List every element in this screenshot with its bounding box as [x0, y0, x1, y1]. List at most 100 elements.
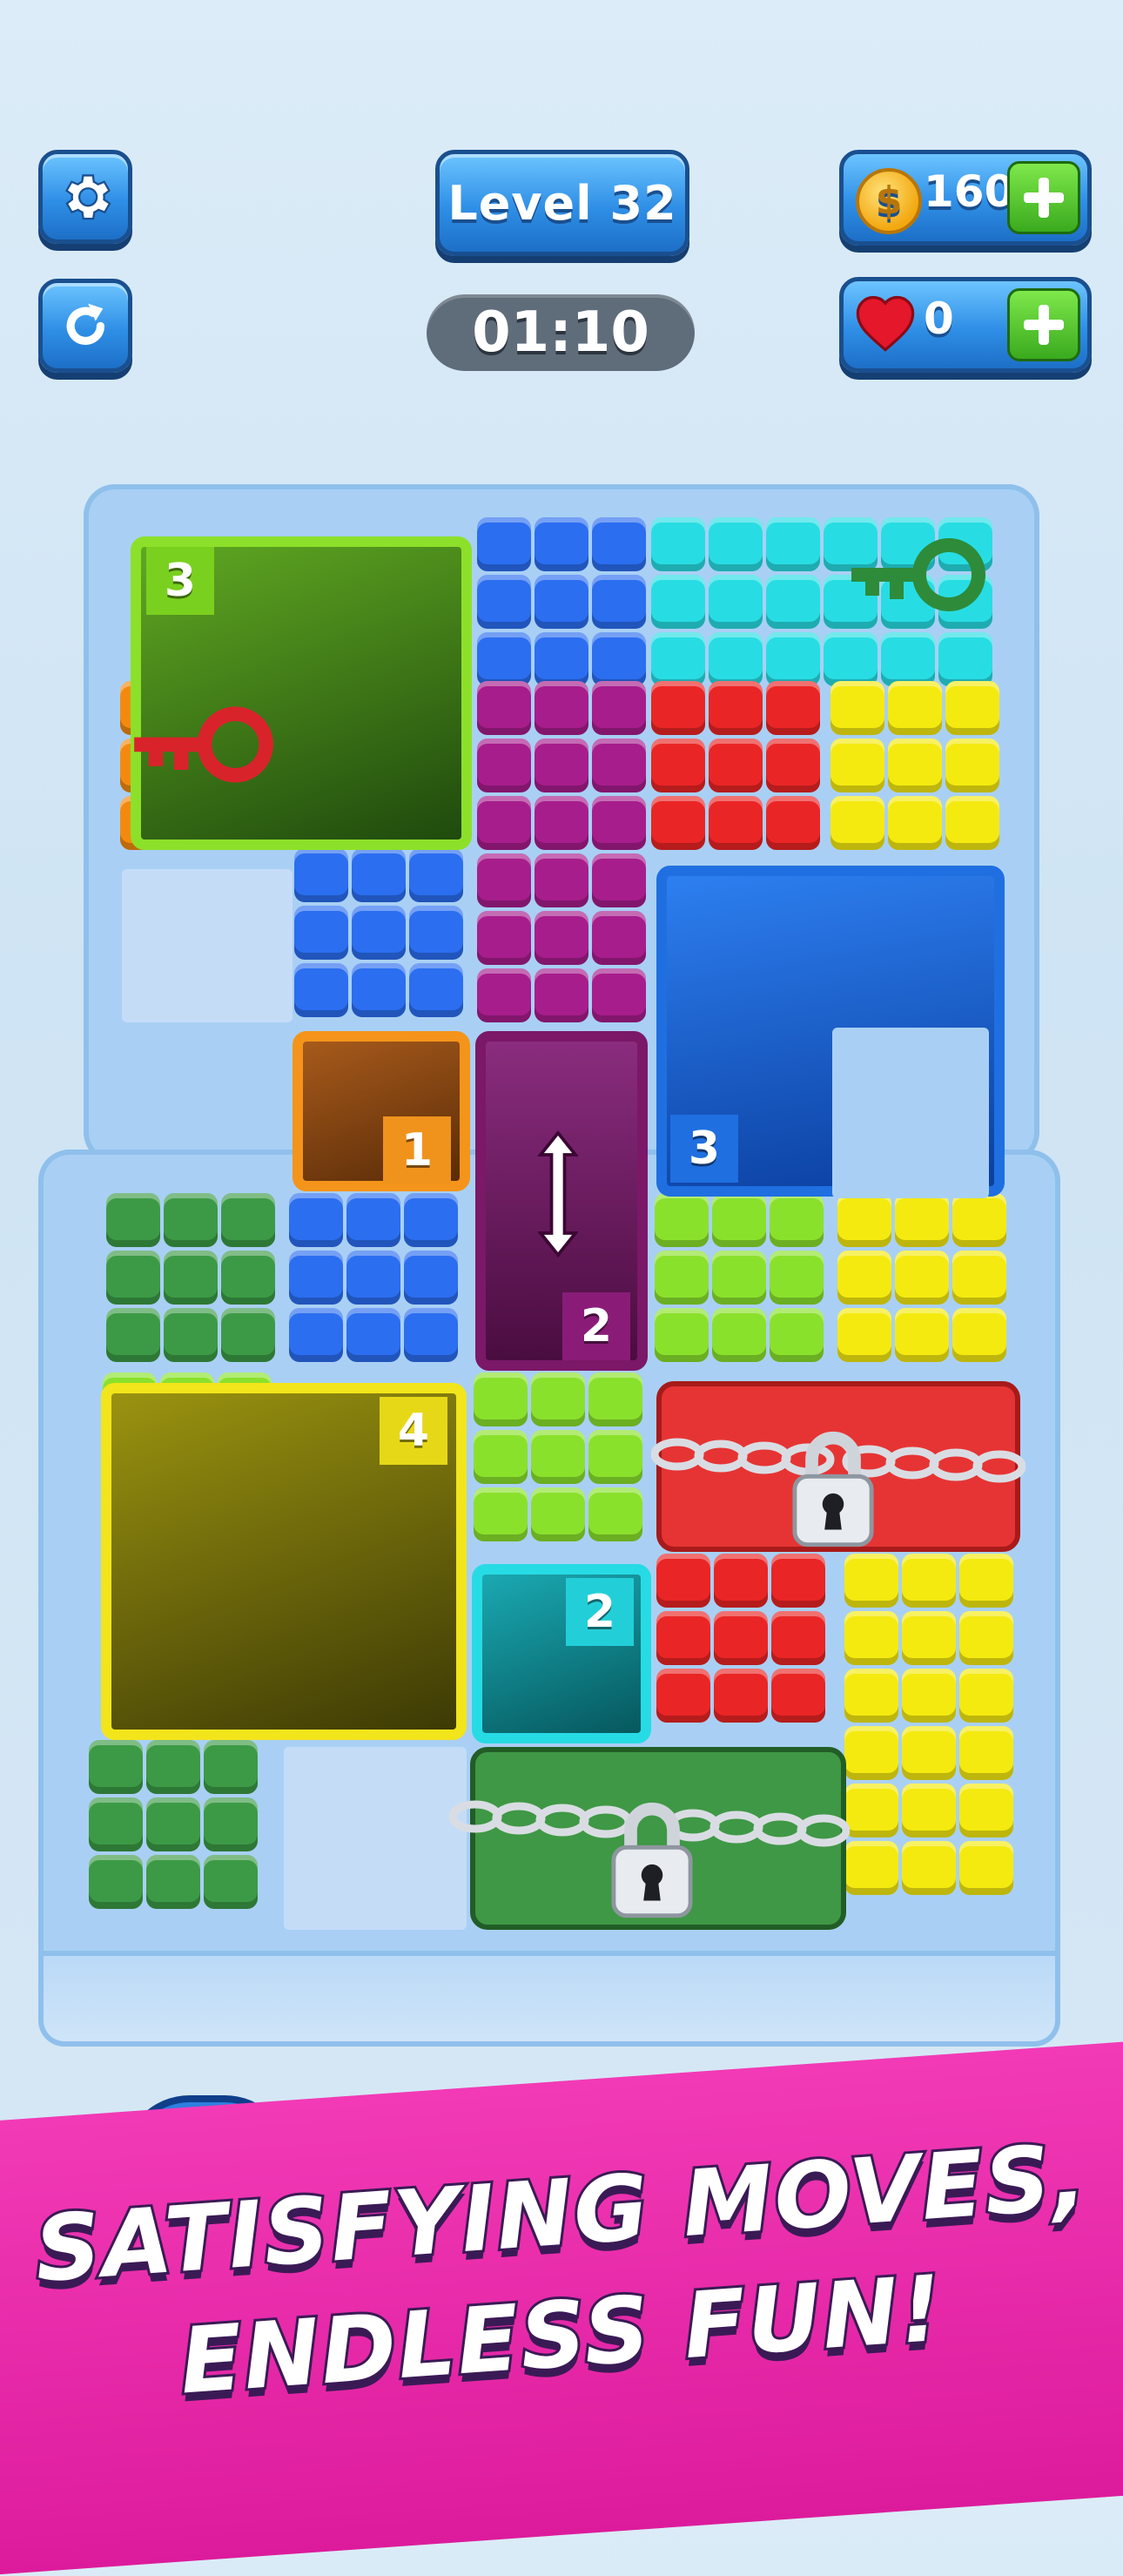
cube [844, 1726, 898, 1780]
cube [945, 738, 999, 792]
cube [709, 681, 763, 735]
coins-value: 160 [924, 166, 1015, 217]
cube [531, 1372, 585, 1426]
blue-cubes[interactable] [475, 516, 648, 688]
blue-cubes[interactable] [293, 846, 465, 1019]
cube [895, 1308, 949, 1362]
cube [771, 1669, 825, 1723]
cube [404, 1308, 458, 1362]
cube [164, 1193, 218, 1247]
cube [651, 796, 705, 850]
cube [709, 796, 763, 850]
cube [592, 796, 646, 850]
cube [535, 575, 588, 629]
cube [712, 1251, 766, 1305]
cube [294, 963, 348, 1017]
cube [655, 1193, 709, 1247]
cube [766, 681, 820, 735]
blue-cubes[interactable] [287, 1191, 460, 1364]
cube [294, 906, 348, 960]
cube [902, 1784, 956, 1838]
cube [146, 1855, 200, 1909]
padlock-icon [792, 1431, 874, 1548]
cube [770, 1193, 824, 1247]
green-cubes[interactable] [87, 1738, 259, 1911]
cube [902, 1669, 956, 1723]
cube [346, 1251, 400, 1305]
cube [477, 968, 531, 1022]
cube [938, 632, 992, 686]
cube [895, 1193, 949, 1247]
cube [477, 911, 531, 965]
lime-cubes[interactable] [472, 1371, 644, 1543]
cube [346, 1193, 400, 1247]
cube [945, 796, 999, 850]
cube [89, 1740, 143, 1794]
cube [588, 1372, 642, 1426]
cube [409, 848, 463, 902]
cube [535, 681, 588, 735]
cube [709, 517, 763, 571]
timer: 01:10 [427, 294, 695, 371]
yellow-hole-badge: 4 [380, 1397, 447, 1465]
cube [837, 1251, 891, 1305]
cube [656, 1554, 710, 1608]
lime-cubes[interactable] [653, 1191, 825, 1364]
cube [830, 681, 884, 735]
cube [959, 1611, 1013, 1665]
yellow-cubes[interactable] [843, 1552, 1015, 1897]
cube [714, 1669, 768, 1723]
cube [766, 738, 820, 792]
cube [535, 796, 588, 850]
cube [477, 681, 531, 735]
red-cubes[interactable] [655, 1552, 827, 1724]
yellow-cubes[interactable] [836, 1191, 1008, 1364]
cube [106, 1308, 160, 1362]
cube [146, 1797, 200, 1851]
cube [651, 681, 705, 735]
cube [837, 1308, 891, 1362]
cube [294, 848, 348, 902]
cube [592, 517, 646, 571]
cube [477, 853, 531, 907]
cube [766, 632, 820, 686]
coins-counter[interactable]: $ 160 [839, 150, 1092, 246]
lives-counter[interactable]: 0 [839, 277, 1092, 373]
cube [289, 1193, 343, 1247]
cube [477, 575, 531, 629]
cube [952, 1251, 1006, 1305]
cube [766, 575, 820, 629]
cube [477, 632, 531, 686]
yellow-cubes[interactable] [829, 679, 1001, 852]
cube [656, 1611, 710, 1665]
cube [655, 1251, 709, 1305]
cube [409, 963, 463, 1017]
add-lives-button[interactable] [1007, 288, 1080, 361]
add-coins-button[interactable] [1007, 161, 1080, 234]
cube [592, 911, 646, 965]
settings-button[interactable] [38, 150, 132, 244]
cube [531, 1487, 585, 1541]
cube [959, 1726, 1013, 1780]
green-cubes[interactable] [104, 1191, 277, 1364]
teal-hole-badge: 2 [566, 1578, 634, 1646]
cube [592, 853, 646, 907]
cube [221, 1251, 275, 1305]
restart-button[interactable] [38, 279, 132, 373]
cube [204, 1855, 258, 1909]
cube [959, 1784, 1013, 1838]
cube [352, 963, 406, 1017]
cube [902, 1554, 956, 1608]
cube [346, 1308, 400, 1362]
cube [714, 1554, 768, 1608]
level-label: Level 32 [435, 150, 689, 256]
cube [89, 1855, 143, 1909]
red-cubes[interactable] [649, 679, 822, 852]
purple-cubes[interactable] [475, 679, 648, 1024]
cube [204, 1797, 258, 1851]
yellow-hole-notch [101, 1383, 287, 1557]
cube [535, 911, 588, 965]
cube [221, 1308, 275, 1362]
cube [824, 632, 878, 686]
cube [352, 848, 406, 902]
